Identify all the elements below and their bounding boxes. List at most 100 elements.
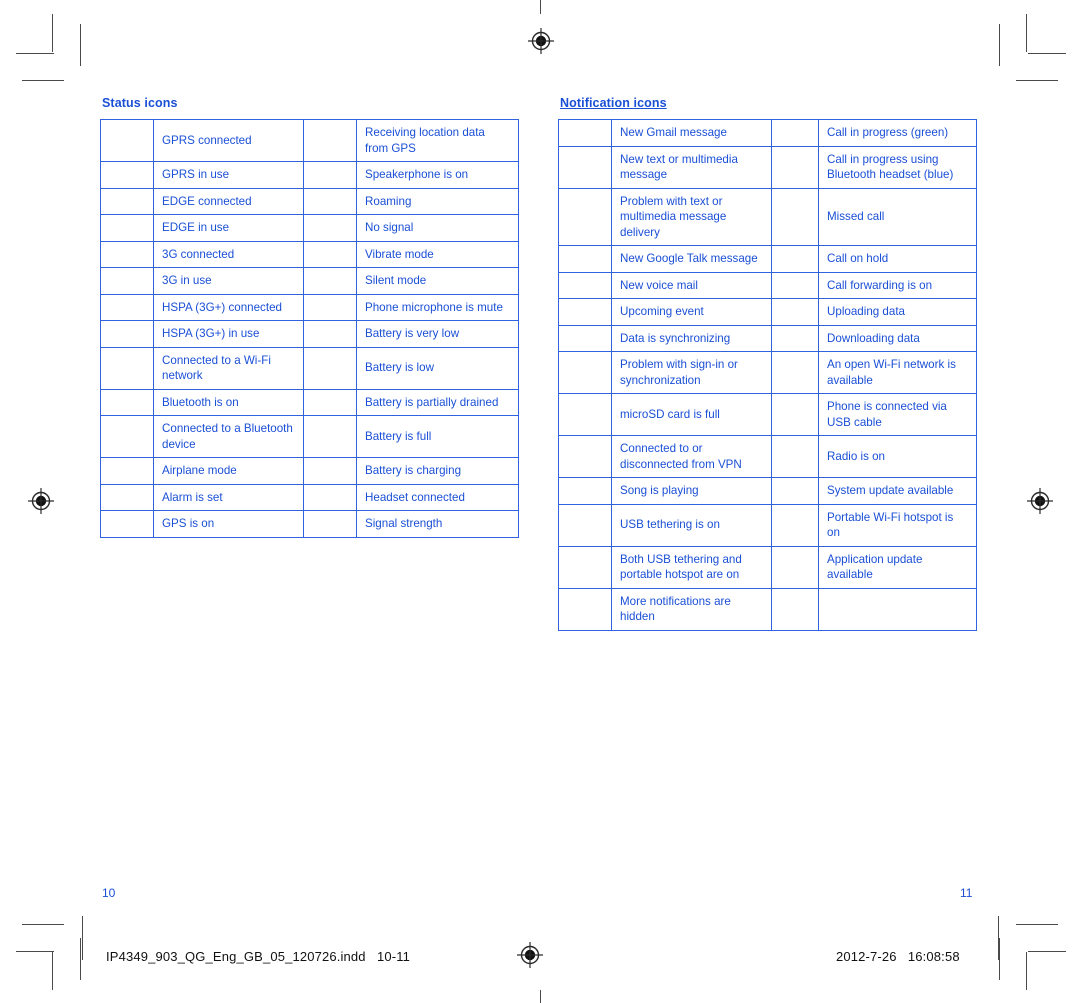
status-label-cell: EDGE in use [153, 214, 304, 242]
table-row: Problem with sign-in or synchronization A… [558, 351, 977, 394]
table-row: GPS is on Signal strength [100, 510, 519, 538]
table-row: HSPA (3G+) in use Battery is very low [100, 320, 519, 348]
status-label-cell: Battery is charging [356, 457, 519, 485]
status-icon-cell [303, 293, 357, 321]
notification-label-cell: Data is synchronizing [611, 324, 772, 352]
notification-label-cell: Problem with sign-in or synchronization [611, 351, 772, 394]
crop-mark-top-right-h1 [1028, 53, 1066, 54]
notification-icon-cell [771, 545, 819, 589]
notification-label-cell: Both USB tethering and portable hotspot … [611, 545, 772, 589]
notification-icon-cell [558, 393, 612, 436]
status-icon-cell [303, 388, 357, 416]
status-label-cell: Roaming [356, 187, 519, 215]
notification-icon-cell [771, 187, 819, 246]
footer-filename: IP4349_903_QG_Eng_GB_05_120726.indd 10-1… [106, 949, 411, 964]
status-icon-cell [100, 293, 154, 321]
table-row: New Gmail message Call in progress (green… [558, 119, 977, 147]
notification-label-cell [818, 587, 977, 631]
crop-mark-bottom-left-v2 [80, 938, 81, 980]
status-label-cell: GPS is on [153, 510, 304, 538]
notification-label-cell: Song is playing [611, 477, 772, 505]
status-label-cell: Phone microphone is mute [356, 293, 519, 321]
status-label-cell: Receiving location data from GPS [356, 119, 519, 162]
crop-mark-top-right-v2 [999, 24, 1000, 66]
crop-mark-bottom-left-h2 [22, 924, 64, 925]
notification-label-cell: microSD card is full [611, 393, 772, 436]
status-label-cell: Alarm is set [153, 483, 304, 511]
notification-icon-cell [771, 298, 819, 326]
status-icon-cell [303, 415, 357, 458]
page-number-right: 11 [960, 886, 973, 900]
status-icons-heading: Status icons [102, 96, 178, 110]
notification-label-cell: Uploading data [818, 298, 977, 326]
status-label-cell: 3G connected [153, 240, 304, 268]
status-icon-cell [303, 214, 357, 242]
notification-icon-cell [771, 587, 819, 631]
notification-label-cell: System update available [818, 477, 977, 505]
status-icon-cell [100, 119, 154, 162]
notification-icon-cell [771, 393, 819, 436]
notification-label-cell: Call forwarding is on [818, 271, 977, 299]
crop-mark-top-left-v2 [80, 24, 81, 66]
notification-icon-cell [771, 503, 819, 547]
status-icon-cell [100, 483, 154, 511]
table-row: Alarm is set Headset connected [100, 483, 519, 511]
notification-label-cell: Downloading data [818, 324, 977, 352]
notification-icons-table-body: New Gmail message Call in progress (green… [558, 119, 977, 631]
table-row: Connected to a Wi-Fi network Battery is l… [100, 346, 519, 390]
status-label-cell: Silent mode [356, 267, 519, 295]
notification-icon-cell [558, 477, 612, 505]
table-row: microSD card is full Phone is connected v… [558, 393, 977, 436]
status-icon-cell [100, 510, 154, 538]
registration-mark-top-center [527, 27, 555, 55]
status-label-cell: Connected to a Wi-Fi network [153, 346, 304, 390]
status-icon-cell [303, 457, 357, 485]
notification-label-cell: New Gmail message [611, 119, 772, 147]
status-icons-table-body: GPRS connected Receiving location data fr… [100, 119, 519, 538]
notification-label-cell: Connected to or disconnected from VPN [611, 435, 772, 478]
status-label-cell: Battery is very low [356, 320, 519, 348]
notification-icon-cell [558, 587, 612, 631]
registration-mark-left-middle [27, 487, 55, 515]
notification-icon-cell [558, 298, 612, 326]
notification-label-cell: New Google Talk message [611, 245, 772, 273]
crop-mark-bottom-left-h1 [16, 951, 54, 952]
status-label-cell: Signal strength [356, 510, 519, 538]
notification-icon-cell [558, 187, 612, 246]
notification-icon-cell [558, 435, 612, 478]
notification-icon-cell [558, 119, 612, 147]
table-row: HSPA (3G+) connected Phone microphone is … [100, 293, 519, 321]
crop-mark-bottom-right-h1 [1028, 951, 1066, 952]
table-row: New voice mail Call forwarding is on [558, 271, 977, 299]
notification-label-cell: Radio is on [818, 435, 977, 478]
notification-icon-cell [558, 245, 612, 273]
crop-mark-bottom-right-v2 [999, 938, 1000, 980]
notification-icon-cell [771, 324, 819, 352]
status-label-cell: HSPA (3G+) in use [153, 320, 304, 348]
notification-icon-cell [771, 145, 819, 189]
fold-mark-bottom [540, 990, 541, 1003]
table-row: Song is playing System update available [558, 477, 977, 505]
footer-datetime: 2012-7-26 16:08:58 [836, 949, 960, 964]
status-icon-cell [100, 415, 154, 458]
table-row: Both USB tethering and portable hotspot … [558, 545, 977, 589]
status-icon-cell [100, 240, 154, 268]
table-row: EDGE in use No signal [100, 214, 519, 242]
status-icon-cell [303, 267, 357, 295]
table-row: Problem with text or multimedia message … [558, 187, 977, 246]
registration-mark-footer-center [516, 941, 544, 969]
status-icon-cell [100, 187, 154, 215]
status-icon-cell [303, 187, 357, 215]
status-label-cell: Battery is partially drained [356, 388, 519, 416]
notification-icon-cell [558, 271, 612, 299]
table-row: Data is synchronizing Downloading data [558, 324, 977, 352]
table-row: New text or multimedia message Call in pr… [558, 145, 977, 189]
table-row: Connected to or disconnected from VPN Rad… [558, 435, 977, 478]
trim-rule-footer-right [998, 916, 999, 960]
status-label-cell: Speakerphone is on [356, 161, 519, 189]
status-icon-cell [303, 240, 357, 268]
print-proof-page: Status icons GPRS connected Receiving loc… [0, 0, 1080, 1003]
status-label-cell: No signal [356, 214, 519, 242]
status-label-cell: HSPA (3G+) connected [153, 293, 304, 321]
page-number-left: 10 [102, 886, 116, 900]
